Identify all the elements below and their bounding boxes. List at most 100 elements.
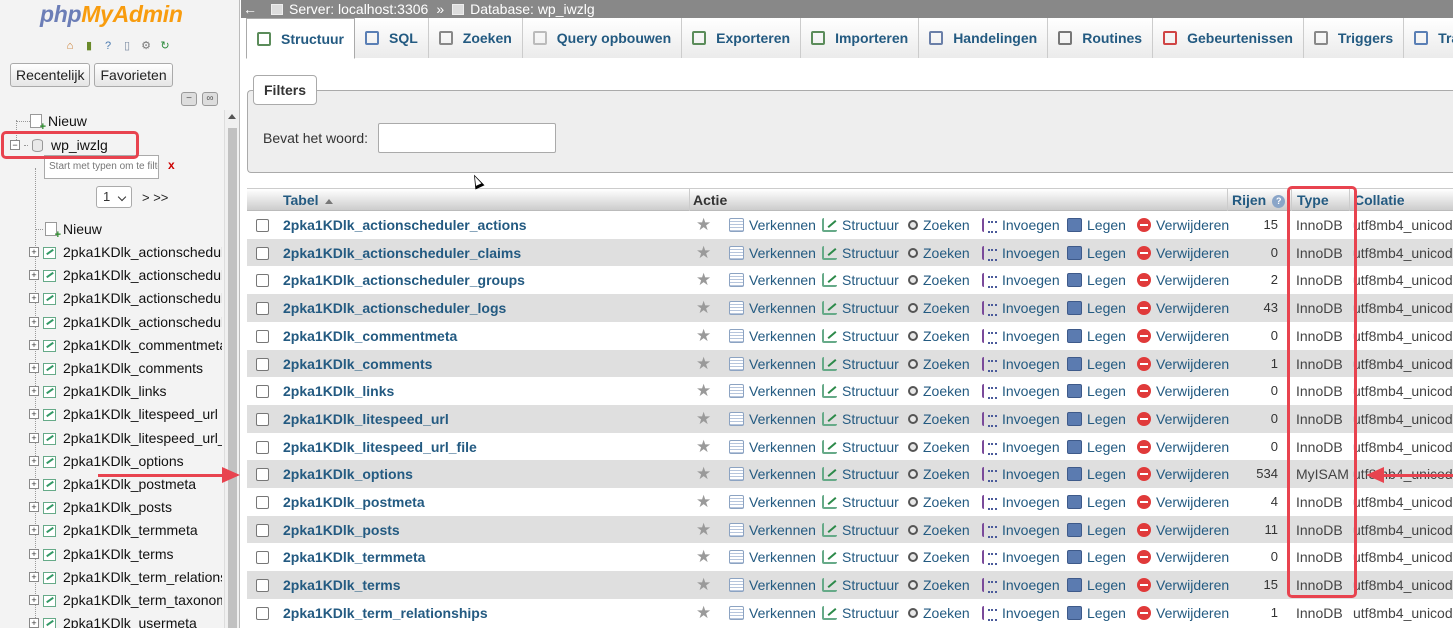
action-structure[interactable]: Structuur — [822, 433, 899, 461]
action-empty[interactable]: Legen — [1067, 322, 1126, 350]
expand-table-icon[interactable]: + — [29, 409, 39, 420]
exit-icon[interactable]: ▮ — [81, 38, 97, 54]
action-empty[interactable]: Legen — [1067, 294, 1126, 322]
action-insert[interactable]: Invoegen — [982, 460, 1060, 488]
action-insert[interactable]: Invoegen — [982, 543, 1060, 571]
action-search[interactable]: Zoeken — [908, 543, 970, 571]
action-browse[interactable]: Verkennen — [729, 350, 816, 378]
table-name-link[interactable]: 2pka1KDlk_termmeta — [283, 543, 425, 571]
table-name-link[interactable]: 2pka1KDlk_terms — [283, 571, 401, 599]
action-drop[interactable]: Verwijderen — [1137, 377, 1229, 405]
action-browse[interactable]: Verkennen — [729, 516, 816, 544]
action-empty[interactable]: Legen — [1067, 433, 1126, 461]
action-structure[interactable]: Structuur — [822, 294, 899, 322]
filter-word-input[interactable] — [378, 123, 556, 153]
action-search[interactable]: Zoeken — [908, 266, 970, 294]
action-drop[interactable]: Verwijderen — [1137, 488, 1229, 516]
action-insert[interactable]: Invoegen — [982, 377, 1060, 405]
expand-table-icon[interactable]: + — [29, 571, 39, 582]
action-empty[interactable]: Legen — [1067, 571, 1126, 599]
tree-table-item[interactable]: +2pka1KDlk_terms — [29, 543, 222, 565]
favorite-star-icon[interactable]: ★ — [696, 244, 712, 261]
favorite-star-icon[interactable]: ★ — [696, 355, 712, 372]
action-insert[interactable]: Invoegen — [982, 516, 1060, 544]
action-browse[interactable]: Verkennen — [729, 433, 816, 461]
tree-new-table[interactable]: Nieuw — [35, 218, 222, 240]
action-drop[interactable]: Verwijderen — [1137, 543, 1229, 571]
action-browse[interactable]: Verkennen — [729, 239, 816, 267]
action-empty[interactable]: Legen — [1067, 460, 1126, 488]
row-checkbox[interactable] — [256, 302, 269, 316]
table-name-link[interactable]: 2pka1KDlk_actionscheduler_groups — [283, 266, 525, 294]
tree-table-item[interactable]: +2pka1KDlk_links — [29, 380, 222, 402]
header-rows[interactable]: Rijen? — [1232, 189, 1286, 211]
action-insert[interactable]: Invoegen — [982, 488, 1060, 516]
back-arrow-icon[interactable]: ← — [241, 0, 259, 18]
row-checkbox[interactable] — [256, 274, 269, 288]
action-browse[interactable]: Verkennen — [729, 211, 816, 239]
expand-table-icon[interactable]: + — [29, 618, 39, 628]
tab-sql[interactable]: SQL — [355, 18, 429, 58]
action-empty[interactable]: Legen — [1067, 377, 1126, 405]
table-name-link[interactable]: 2pka1KDlk_comments — [283, 350, 432, 378]
favorite-star-icon[interactable]: ★ — [696, 216, 712, 233]
favorite-star-icon[interactable]: ★ — [696, 493, 712, 510]
action-structure[interactable]: Structuur — [822, 405, 899, 433]
action-empty[interactable]: Legen — [1067, 211, 1126, 239]
action-search[interactable]: Zoeken — [908, 322, 970, 350]
action-drop[interactable]: Verwijderen — [1137, 322, 1229, 350]
collapse-database-icon[interactable]: − — [10, 140, 20, 150]
help-icon[interactable]: ? — [100, 38, 116, 54]
table-name-link[interactable]: 2pka1KDlk_actionscheduler_claims — [283, 239, 521, 267]
tree-table-item[interactable]: +2pka1KDlk_termmeta — [29, 519, 222, 541]
tree-new-database[interactable]: Nieuw — [16, 110, 222, 132]
tree-table-item[interactable]: +2pka1KDlk_actionscheduler_actions — [29, 241, 222, 263]
tab-exporteren[interactable]: Exporteren — [682, 18, 802, 58]
action-insert[interactable]: Invoegen — [982, 599, 1060, 627]
action-structure[interactable]: Structuur — [822, 266, 899, 294]
action-structure[interactable]: Structuur — [822, 460, 899, 488]
table-name-link[interactable]: 2pka1KDlk_litespeed_url_file — [283, 433, 477, 461]
tree-database-item[interactable]: − wp_iwzlg — [10, 134, 222, 156]
action-browse[interactable]: Verkennen — [729, 599, 816, 627]
expand-table-icon[interactable]: + — [29, 455, 39, 466]
action-structure[interactable]: Structuur — [822, 239, 899, 267]
expand-table-icon[interactable]: + — [29, 502, 39, 513]
action-insert[interactable]: Invoegen — [982, 571, 1060, 599]
row-checkbox[interactable] — [256, 606, 269, 620]
filter-clear-button[interactable]: x — [168, 158, 175, 172]
action-browse[interactable]: Verkennen — [729, 294, 816, 322]
action-empty[interactable]: Legen — [1067, 516, 1126, 544]
header-type[interactable]: Type — [1297, 189, 1329, 211]
tab-query-opbouwen[interactable]: Query opbouwen — [522, 18, 683, 58]
tab-routines[interactable]: Routines — [1048, 18, 1154, 58]
row-checkbox[interactable] — [256, 385, 269, 399]
action-drop[interactable]: Verwijderen — [1137, 294, 1229, 322]
scrollbar-thumb[interactable] — [228, 128, 237, 628]
action-browse[interactable]: Verkennen — [729, 377, 816, 405]
row-checkbox[interactable] — [256, 579, 269, 593]
table-filter-input[interactable]: Start met typen om te filte — [44, 155, 159, 179]
action-insert[interactable]: Invoegen — [982, 266, 1060, 294]
table-name-link[interactable]: 2pka1KDlk_links — [283, 377, 394, 405]
action-insert[interactable]: Invoegen — [982, 294, 1060, 322]
table-name-link[interactable]: 2pka1KDlk_commentmeta — [283, 322, 457, 350]
action-search[interactable]: Zoeken — [908, 211, 970, 239]
action-drop[interactable]: Verwijderen — [1137, 211, 1229, 239]
favorite-star-icon[interactable]: ★ — [696, 576, 712, 593]
collapse-all-icon[interactable]: − — [181, 92, 197, 106]
tree-table-item[interactable]: +2pka1KDlk_term_relationships — [29, 566, 222, 588]
row-checkbox[interactable] — [256, 496, 269, 509]
expand-table-icon[interactable]: + — [29, 293, 39, 304]
help-icon[interactable]: ? — [1272, 194, 1286, 208]
action-empty[interactable]: Legen — [1067, 599, 1126, 627]
action-structure[interactable]: Structuur — [822, 543, 899, 571]
action-browse[interactable]: Verkennen — [729, 571, 816, 599]
breadcrumb-database[interactable]: Database: wp_iwzlg — [470, 0, 595, 18]
action-search[interactable]: Zoeken — [908, 460, 970, 488]
page-select[interactable]: 1 — [96, 186, 132, 208]
action-search[interactable]: Zoeken — [908, 488, 970, 516]
action-drop[interactable]: Verwijderen — [1137, 516, 1229, 544]
row-checkbox[interactable] — [256, 412, 269, 426]
table-name-link[interactable]: 2pka1KDlk_actionscheduler_actions — [283, 211, 527, 239]
